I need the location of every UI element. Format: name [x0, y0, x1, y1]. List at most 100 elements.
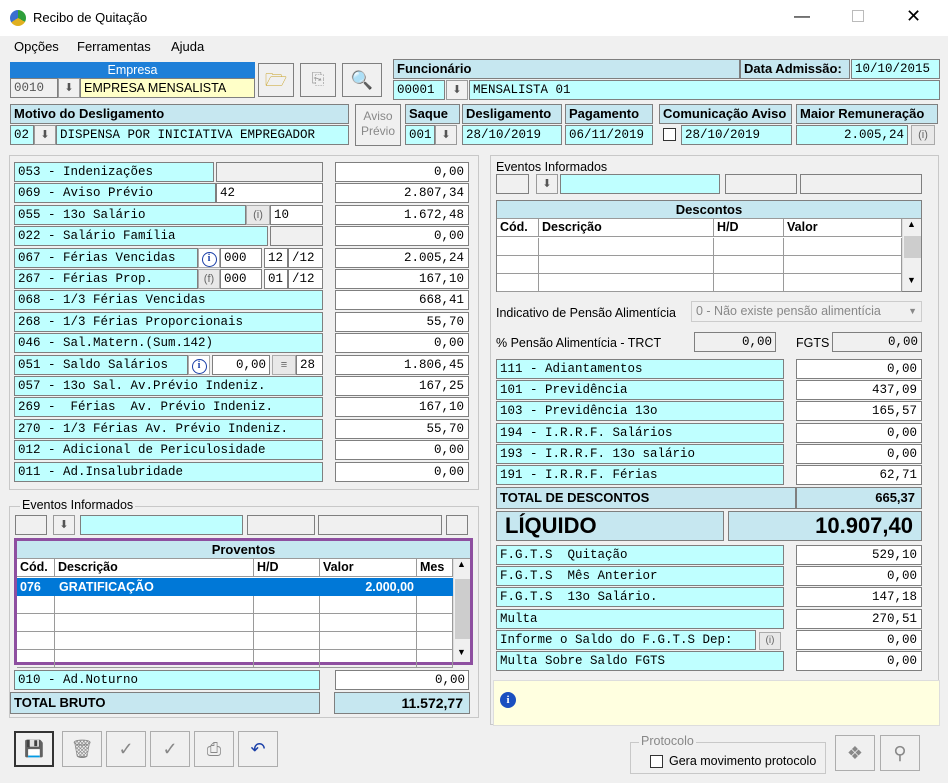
- descontos-scrollbar[interactable]: ▲ ▼: [902, 219, 921, 291]
- menu-ajuda[interactable]: Ajuda: [171, 39, 204, 54]
- left-row-value[interactable]: 2.005,24: [335, 247, 469, 268]
- col-descricao[interactable]: Descrição: [55, 559, 254, 577]
- left-row-value[interactable]: 0,00: [335, 226, 469, 247]
- search-doc-button[interactable]: 🔍: [342, 63, 382, 97]
- minimize-button[interactable]: —: [794, 8, 810, 26]
- left-row-value[interactable]: 1.806,45: [335, 354, 469, 375]
- desc-scroll-down-icon[interactable]: ▼: [907, 275, 916, 285]
- table-row[interactable]: 076 GRATIFICAÇÃO 2.000,00: [17, 578, 453, 596]
- desc-col-cod[interactable]: Cód.: [497, 219, 539, 237]
- eventos-right-lookup-button[interactable]: ⬇: [536, 174, 558, 194]
- empresa-lookup-button[interactable]: ⬇: [58, 78, 80, 98]
- empresa-code[interactable]: 0010: [10, 78, 58, 98]
- maior-rem-info-icon[interactable]: (i): [911, 125, 935, 145]
- motivo-code[interactable]: 02: [10, 125, 34, 145]
- info-icon[interactable]: i: [188, 354, 210, 375]
- grid-cell[interactable]: [539, 238, 714, 256]
- left-row-value[interactable]: 1.672,48: [335, 204, 469, 225]
- grid-cell[interactable]: [714, 256, 784, 274]
- motivo-text[interactable]: DISPENSA POR INICIATIVA EMPREGADOR: [56, 125, 349, 145]
- saque-lookup-button[interactable]: ⬇: [435, 125, 457, 145]
- aviso-previo-button[interactable]: Aviso Prévio: [355, 104, 401, 146]
- left-row-extra-field[interactable]: /12: [288, 269, 323, 289]
- left-row-extra-field[interactable]: 10: [270, 204, 323, 225]
- scroll-down-icon[interactable]: ▼: [457, 647, 466, 657]
- grid-cell[interactable]: [320, 632, 417, 650]
- left-row-extra-field[interactable]: 0,00: [212, 354, 270, 375]
- grid-cell[interactable]: [17, 614, 55, 632]
- desconto-row-value[interactable]: 165,57: [796, 401, 922, 422]
- left-row-extra-field[interactable]: /12: [288, 247, 323, 268]
- menu-opcoes[interactable]: Opções: [14, 39, 59, 54]
- fgts-row-value[interactable]: 529,10: [796, 545, 922, 565]
- funcionario-name[interactable]: MENSALISTA 01: [469, 80, 940, 100]
- col-hd[interactable]: H/D: [254, 559, 320, 577]
- admissao-value[interactable]: 10/10/2015: [851, 59, 940, 79]
- grid-cell[interactable]: [254, 614, 320, 632]
- info-icon[interactable]: i: [198, 247, 220, 268]
- menu-ferramentas[interactable]: Ferramentas: [77, 39, 151, 54]
- eventos-left-mes[interactable]: [446, 515, 468, 535]
- left-row-extra-field[interactable]: 12: [264, 247, 288, 268]
- comunicacao-checkbox[interactable]: [663, 128, 676, 141]
- grid-cell[interactable]: [55, 650, 254, 668]
- save-button[interactable]: 💾: [14, 731, 54, 767]
- desc-scroll-thumb[interactable]: [904, 236, 921, 258]
- delete-button[interactable]: 🗑: [62, 731, 102, 767]
- fgts-row-value[interactable]: 0,00: [796, 566, 922, 587]
- left-row-value[interactable]: 0,00: [335, 162, 469, 182]
- info-icon[interactable]: (i): [246, 204, 270, 225]
- grid-cell[interactable]: [17, 596, 55, 614]
- grid-cell[interactable]: [320, 614, 417, 632]
- col-mes[interactable]: Mes: [417, 559, 453, 577]
- grid-cell[interactable]: [17, 650, 55, 668]
- funcionario-lookup-button[interactable]: ⬇: [446, 80, 468, 100]
- eventos-right-valor[interactable]: [800, 174, 922, 194]
- desconto-row-value[interactable]: 0,00: [796, 359, 922, 379]
- desconto-row-value[interactable]: 0,00: [796, 422, 922, 443]
- fgts-row-value[interactable]: 270,51: [796, 608, 922, 629]
- desconto-row-value[interactable]: 62,71: [796, 465, 922, 485]
- noturno-value[interactable]: 0,00: [335, 670, 469, 690]
- formula-icon[interactable]: (f): [198, 269, 220, 289]
- grid-cell[interactable]: [417, 650, 453, 668]
- eventos-right-hd[interactable]: [725, 174, 797, 194]
- proventos-scrollbar[interactable]: ▲ ▼: [453, 559, 470, 662]
- scroll-thumb[interactable]: [455, 579, 470, 639]
- left-row-extra-field[interactable]: 42: [216, 183, 323, 204]
- grid-cell[interactable]: [55, 596, 254, 614]
- eventos-left-valor[interactable]: [318, 515, 442, 535]
- grid-cell[interactable]: [17, 632, 55, 650]
- grid-cell[interactable]: [417, 614, 453, 632]
- pensao-select[interactable]: 0 - Não existe pensão alimentícia ▼: [691, 301, 922, 322]
- left-row-extra-field[interactable]: 000: [220, 247, 262, 268]
- fgts-row-value[interactable]: 0,00: [796, 629, 922, 650]
- left-row-value[interactable]: 55,70: [335, 418, 469, 439]
- open-folder-button[interactable]: 🗁: [258, 63, 294, 97]
- empresa-name[interactable]: EMPRESA MENSALISTA: [80, 78, 255, 98]
- desc-col-hd[interactable]: H/D: [714, 219, 784, 237]
- confirm-button[interactable]: ✓: [106, 731, 146, 767]
- grid-cell[interactable]: [55, 632, 254, 650]
- eventos-left-code[interactable]: [15, 515, 47, 535]
- grid-cell[interactable]: [784, 238, 902, 256]
- grid-cell[interactable]: [497, 274, 539, 292]
- eventos-left-desc[interactable]: [80, 515, 243, 535]
- left-row-value[interactable]: 55,70: [335, 311, 469, 332]
- saque-code[interactable]: 001: [405, 125, 435, 145]
- grid-cell[interactable]: [254, 632, 320, 650]
- fgts-saldo-info-icon[interactable]: (i): [759, 632, 781, 650]
- left-row-extra-field[interactable]: 000: [220, 269, 262, 289]
- grid-cell[interactable]: [254, 650, 320, 668]
- grid-cell[interactable]: [714, 274, 784, 292]
- grid-cell[interactable]: [539, 256, 714, 274]
- pct-pensao-value[interactable]: 0,00: [694, 332, 776, 352]
- col-cod[interactable]: Cód.: [17, 559, 55, 577]
- eventos-right-code[interactable]: [496, 174, 529, 194]
- left-row-extra-field[interactable]: 28: [296, 354, 323, 375]
- desc-scroll-up-icon[interactable]: ▲: [907, 219, 916, 229]
- settings-button[interactable]: ❖: [835, 735, 875, 771]
- grid-cell[interactable]: [784, 274, 902, 292]
- grid-cell[interactable]: [320, 596, 417, 614]
- calculator-icon[interactable]: ≡: [272, 354, 296, 375]
